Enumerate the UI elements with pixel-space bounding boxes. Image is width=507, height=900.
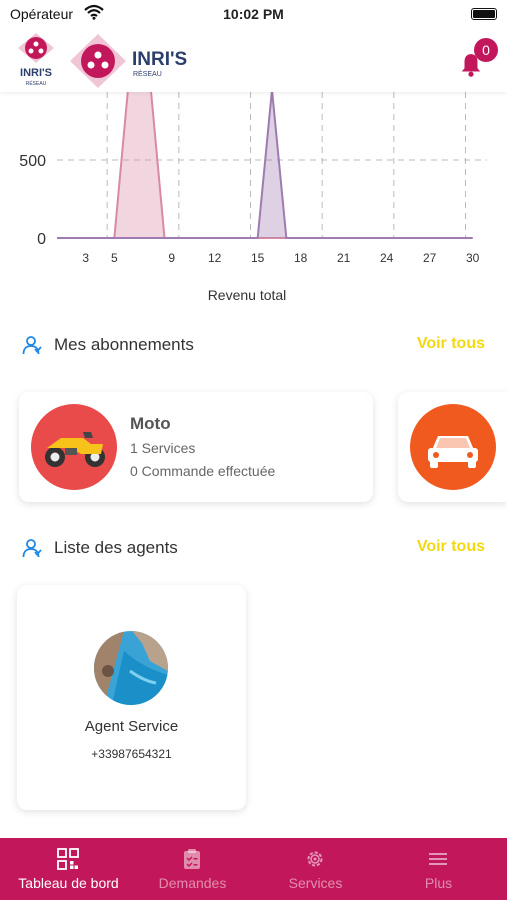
agents-title: Liste des agents xyxy=(54,538,178,557)
x-tick-label: 24 xyxy=(380,251,394,265)
agents-see-all-link[interactable]: Voir tous xyxy=(417,538,485,556)
agent-phone: +33987654321 xyxy=(91,747,172,761)
subscriptions-header: Mes abonnements Voir tous xyxy=(0,330,507,360)
subscription-orders: 0 Commande effectuée xyxy=(130,463,276,479)
x-tick-label: 30 xyxy=(466,251,480,265)
subscription-card-moto[interactable]: Moto 1 Services 0 Commande effectuée xyxy=(19,392,373,502)
x-tick-label: 15 xyxy=(251,251,265,265)
subscription-icon-circle xyxy=(31,404,117,490)
tab-dashboard[interactable]: Tableau de bord xyxy=(0,838,137,900)
x-tick-label: 9 xyxy=(168,251,175,265)
agents-header: Liste des agents Voir tous xyxy=(0,533,507,563)
subscriptions-see-all-link[interactable]: Voir tous xyxy=(417,335,485,353)
revenue-chart: 0 500 3 5 9 12 15 18 21 24 27 30 Revenu total xyxy=(0,92,507,312)
subscription-name: Moto xyxy=(130,414,171,433)
user-icon xyxy=(22,539,42,558)
x-tick-label: 27 xyxy=(423,251,437,265)
dashboard-icon xyxy=(57,848,79,870)
car-icon xyxy=(428,436,478,468)
y-tick-label: 0 xyxy=(37,231,46,248)
tab-services[interactable]: Services xyxy=(247,838,384,900)
x-tick-label: 12 xyxy=(208,251,222,265)
x-tick-label: 18 xyxy=(294,251,308,265)
tab-label: Plus xyxy=(424,875,453,891)
agent-card[interactable]: Agent Service +33987654321 xyxy=(17,585,246,810)
logo-subtext: RÉSEAU xyxy=(133,69,162,78)
menu-icon xyxy=(429,853,447,865)
bottom-tab-bar: Tableau de bord Demandes Services Plus xyxy=(0,838,507,900)
gear-icon xyxy=(307,851,323,867)
logo: INRI'S RÉSEAU xyxy=(70,34,187,88)
y-tick-label: 500 xyxy=(19,153,46,170)
motorcycle-icon xyxy=(45,432,105,467)
tab-label: Tableau de bord xyxy=(18,875,119,891)
logo-small-text: INRI'S xyxy=(20,67,52,79)
logo-small: INRI'S RÉSEAU xyxy=(18,33,54,87)
x-tick-label: 3 xyxy=(82,251,89,265)
revenue-chart-plot: 0 500 3 5 9 12 15 18 21 24 27 30 Revenu total xyxy=(19,92,487,303)
logo-small-subtext: RÉSEAU xyxy=(26,80,47,87)
tab-requests[interactable]: Demandes xyxy=(124,838,261,900)
subscription-icon-circle xyxy=(410,404,496,490)
user-icon xyxy=(22,336,42,355)
tab-label: Services xyxy=(288,875,343,891)
app-header: INRI'S RÉSEAU INRI'S RÉSEAU 0 xyxy=(0,30,507,92)
notification-badge: 0 xyxy=(474,38,498,62)
subscriptions-title: Mes abonnements xyxy=(54,335,194,354)
battery-icon xyxy=(471,8,497,20)
status-bar: Opérateur 10:02 PM xyxy=(0,0,507,30)
tab-more[interactable]: Plus xyxy=(370,838,507,900)
agent-avatar xyxy=(94,631,168,705)
tab-label: Demandes xyxy=(158,875,227,891)
x-axis-title: Revenu total xyxy=(208,287,287,303)
subscription-services: 1 Services xyxy=(130,440,196,456)
clipboard-icon xyxy=(184,849,200,869)
x-tick-label: 5 xyxy=(111,251,118,265)
logo-text: INRI'S xyxy=(132,49,187,70)
subscription-card-car[interactable] xyxy=(398,392,507,502)
agent-name: Agent Service xyxy=(84,718,179,735)
x-tick-label: 21 xyxy=(337,251,351,265)
clock: 10:02 PM xyxy=(223,6,284,22)
